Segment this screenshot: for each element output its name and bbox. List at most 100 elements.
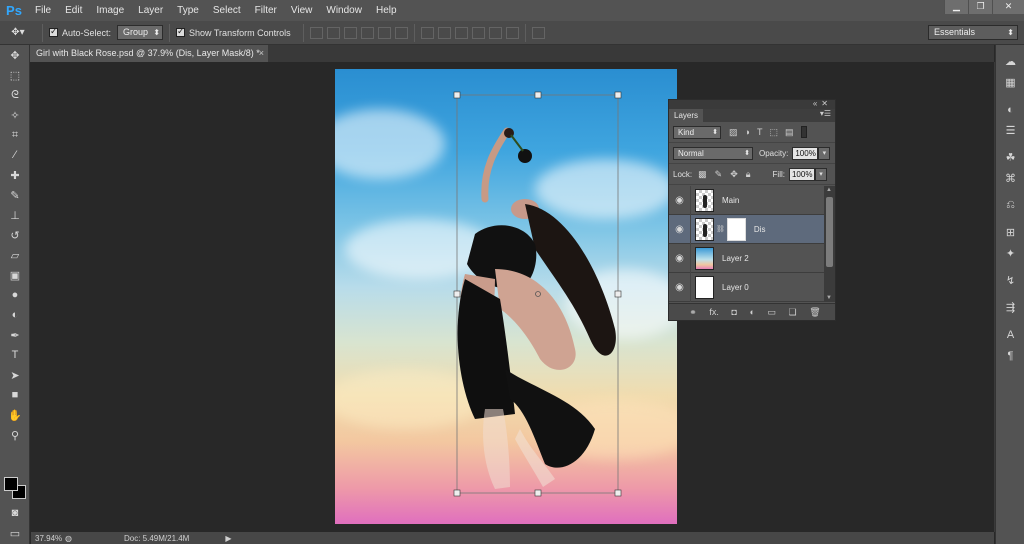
align-vertical-centers-icon[interactable] bbox=[326, 26, 340, 39]
gradient-tool-icon[interactable]: ▣ bbox=[0, 265, 30, 285]
scroll-down-icon[interactable]: ▼ bbox=[826, 295, 832, 301]
align-horizontal-centers-icon[interactable] bbox=[377, 26, 391, 39]
menu-type[interactable]: Type bbox=[170, 0, 206, 21]
mask-icon[interactable]: ◘ bbox=[731, 307, 736, 317]
tab-layers[interactable]: Layers bbox=[669, 109, 703, 122]
eye-icon[interactable]: ◉ bbox=[669, 224, 690, 235]
status-menu-arrow[interactable]: ▶ bbox=[225, 534, 231, 543]
channels-panel-icon[interactable]: ☘ bbox=[996, 147, 1024, 168]
history-brush-tool-icon[interactable]: ↺ bbox=[0, 225, 30, 245]
screen-mode-icon[interactable]: ▭ bbox=[0, 523, 30, 543]
filter-kind-select[interactable]: Kind bbox=[673, 125, 721, 139]
collapse-close-icons[interactable]: «✕ bbox=[813, 99, 832, 108]
color-swatches[interactable] bbox=[4, 477, 28, 501]
menu-image[interactable]: Image bbox=[89, 0, 131, 21]
shape-filter-icon[interactable]: ⬚ bbox=[769, 127, 778, 138]
panel-menu-icon[interactable]: ▾☰ bbox=[820, 109, 831, 118]
restore-button[interactable]: ❐ bbox=[968, 0, 992, 14]
layer-row-layer-0[interactable]: ◉ Layer 0 bbox=[669, 272, 825, 302]
layer-comps-icon[interactable]: ⇶ bbox=[996, 297, 1024, 318]
smart-object-filter-icon[interactable]: ▤ bbox=[785, 127, 794, 138]
layer-name[interactable]: Layer 0 bbox=[722, 283, 749, 292]
lock-all-icon[interactable]: 🔒︎ bbox=[746, 169, 751, 180]
adjustment-icon[interactable]: ◐ bbox=[749, 307, 754, 317]
blend-mode-select[interactable]: Normal bbox=[673, 146, 753, 160]
align-right-edges-icon[interactable] bbox=[394, 26, 408, 39]
properties-panel-icon[interactable]: ☰ bbox=[996, 120, 1024, 141]
filter-toggle[interactable] bbox=[801, 126, 808, 138]
quick-selection-tool-icon[interactable]: ✧ bbox=[0, 105, 30, 125]
history-panel-icon[interactable]: ⎌ bbox=[996, 195, 1024, 216]
folder-icon[interactable]: ▭ bbox=[767, 307, 776, 318]
close-button[interactable]: ✕ bbox=[992, 0, 1024, 14]
auto-align-layers-icon[interactable] bbox=[531, 26, 545, 39]
document-tab[interactable]: Girl with Black Rose.psd @ 37.9% (Dis, L… bbox=[30, 45, 268, 62]
dodge-tool-icon[interactable]: ◐ bbox=[0, 305, 30, 325]
layer-name[interactable]: Layer 2 bbox=[722, 254, 749, 263]
layer-name[interactable]: Main bbox=[722, 196, 739, 205]
hand-tool-icon[interactable]: ✋ bbox=[0, 405, 30, 425]
distribute-bottom-icon[interactable] bbox=[454, 26, 468, 39]
paragraph-panel-icon[interactable]: ¶ bbox=[996, 345, 1024, 366]
blur-tool-icon[interactable]: ● bbox=[0, 285, 30, 305]
lasso-tool-icon[interactable]: ᘓ bbox=[0, 85, 30, 105]
eye-icon[interactable]: ◉ bbox=[669, 282, 690, 293]
move-tool-icon[interactable]: ✥ bbox=[0, 45, 30, 65]
crop-tool-icon[interactable]: ⌗ bbox=[0, 125, 30, 145]
menu-edit[interactable]: Edit bbox=[58, 0, 89, 21]
minimize-button[interactable]: ▁ bbox=[944, 0, 968, 14]
move-tool-preset-icon[interactable]: ✥▾ bbox=[0, 27, 36, 38]
auto-select-checkbox[interactable] bbox=[49, 26, 58, 37]
menu-window[interactable]: Window bbox=[319, 0, 369, 21]
healing-brush-tool-icon[interactable]: ✚ bbox=[0, 165, 30, 185]
fill-dropdown-icon[interactable]: ▾ bbox=[814, 167, 827, 181]
layer-mask-thumbnail[interactable] bbox=[726, 217, 746, 241]
mask-link-icon[interactable]: ⛓ bbox=[716, 225, 725, 233]
fill-input[interactable]: 100% bbox=[788, 167, 815, 181]
lock-image-icon[interactable]: ✎ bbox=[715, 169, 723, 180]
path-selection-tool-icon[interactable]: ➤ bbox=[0, 365, 30, 385]
align-bottom-edges-icon[interactable] bbox=[343, 26, 357, 39]
distribute-right-icon[interactable] bbox=[505, 26, 519, 39]
zoom-level[interactable]: 37.94% bbox=[31, 534, 65, 543]
layers-scrollbar-thumb[interactable] bbox=[826, 197, 833, 267]
fx-icon[interactable]: fx. bbox=[709, 307, 719, 317]
zoom-tool-icon[interactable]: ⚲ bbox=[0, 425, 30, 445]
status-info-icon[interactable]: ◍ bbox=[65, 534, 72, 543]
type-filter-icon[interactable]: T bbox=[757, 127, 763, 138]
layer-row-dis[interactable]: ◉ ⛓ Dis bbox=[669, 214, 825, 244]
distribute-hcenter-icon[interactable] bbox=[488, 26, 502, 39]
tool-presets-icon[interactable]: ↯ bbox=[996, 270, 1024, 291]
eye-icon[interactable]: ◉ bbox=[669, 253, 690, 264]
layer-name[interactable]: Dis bbox=[754, 225, 766, 234]
quick-mask-icon[interactable]: ◙ bbox=[0, 503, 30, 523]
distribute-top-icon[interactable] bbox=[420, 26, 434, 39]
pixel-filter-icon[interactable]: ▨ bbox=[729, 127, 738, 138]
paths-panel-icon[interactable]: ⌘ bbox=[996, 168, 1024, 189]
adjustments-panel-icon[interactable]: ◐ bbox=[996, 99, 1024, 120]
brush-presets-icon[interactable]: ⊞ bbox=[996, 222, 1024, 243]
show-transform-controls-checkbox[interactable] bbox=[176, 26, 186, 37]
align-left-edges-icon[interactable] bbox=[360, 26, 374, 39]
menu-select[interactable]: Select bbox=[206, 0, 248, 21]
distribute-vcenter-icon[interactable] bbox=[437, 26, 451, 39]
align-top-edges-icon[interactable] bbox=[309, 26, 323, 39]
eye-icon[interactable]: ◉ bbox=[669, 195, 690, 206]
panel-titlebar[interactable]: «✕ bbox=[669, 99, 835, 109]
link-icon[interactable]: ⚭ bbox=[689, 307, 697, 318]
clone-stamp-tool-icon[interactable]: ⊥ bbox=[0, 205, 30, 225]
type-tool-icon[interactable]: T bbox=[0, 345, 30, 365]
layer-row-main[interactable]: ◉ Main bbox=[669, 185, 825, 215]
adjustment-filter-icon[interactable]: ◑ bbox=[745, 127, 750, 138]
character-panel-icon[interactable]: A bbox=[996, 324, 1024, 345]
brush-tool-icon[interactable]: ✎ bbox=[0, 185, 30, 205]
menu-view[interactable]: View bbox=[284, 0, 320, 21]
document-canvas[interactable] bbox=[335, 69, 677, 524]
pen-tool-icon[interactable]: ✒ bbox=[0, 325, 30, 345]
document-tab-close-icon[interactable]: × bbox=[259, 45, 264, 62]
auto-select-target-select[interactable]: Group bbox=[117, 25, 164, 40]
distribute-left-icon[interactable] bbox=[471, 26, 485, 39]
opacity-dropdown-icon[interactable]: ▾ bbox=[818, 146, 831, 160]
scroll-up-icon[interactable]: ▲ bbox=[826, 187, 832, 193]
transform-bounding-box[interactable] bbox=[335, 69, 677, 524]
